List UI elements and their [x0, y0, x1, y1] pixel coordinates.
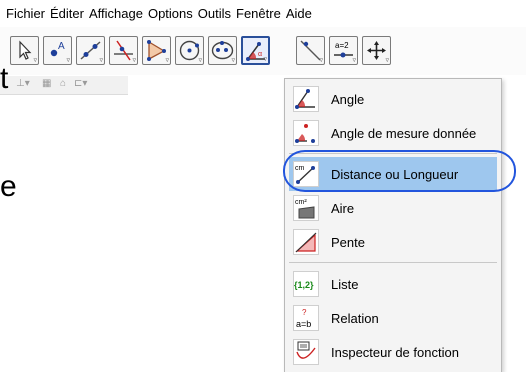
grid-toggle-icon[interactable]: ▦: [42, 78, 51, 89]
axes-toggle-icon[interactable]: ⊥▾: [16, 78, 30, 89]
truncated-text-e: e: [0, 170, 17, 203]
annotation-ellipse: [283, 150, 516, 192]
svg-text:A: A: [58, 41, 65, 52]
menu-options[interactable]: Options: [148, 5, 193, 22]
angle-given-size-icon: [293, 120, 319, 146]
icon-text: cm²: [295, 199, 307, 206]
menu-item-label: Angle: [331, 91, 365, 107]
icon-text: {1,2}: [294, 280, 314, 290]
menu-item-slope[interactable]: Pente: [289, 225, 497, 259]
perpendicular-tool-button[interactable]: ▿: [109, 36, 138, 65]
menu-aide[interactable]: Aide: [286, 5, 312, 22]
line-tool-button[interactable]: ▿: [76, 36, 105, 65]
polygon-tool-button[interactable]: ▿: [142, 36, 171, 65]
reflect-tool-button[interactable]: ▿: [296, 36, 325, 65]
relation-icon: ? a=b: [293, 305, 319, 331]
menu-outils[interactable]: Outils: [198, 5, 231, 22]
area-icon: cm²: [293, 195, 319, 221]
slider-icon-text: a=2: [335, 41, 349, 50]
menu-bar: Fichier Éditer Affichage Options Outils …: [0, 0, 526, 26]
menu-affichage[interactable]: Affichage: [89, 5, 143, 22]
menu-item-label: Angle de mesure donnée: [331, 125, 477, 141]
menu-item-relation[interactable]: ? a=b Relation: [289, 301, 497, 335]
move-view-tool-button[interactable]: ▿: [362, 36, 391, 65]
menu-item-label: Pente: [331, 234, 365, 250]
circle-tool-button[interactable]: ▿: [175, 36, 204, 65]
svg-text:α: α: [258, 51, 262, 58]
angle-icon: [293, 86, 319, 112]
slider-tool-button[interactable]: a=2 ▿: [329, 36, 358, 65]
menu-fichier[interactable]: Fichier: [6, 5, 45, 22]
menu-editer[interactable]: Éditer: [50, 5, 84, 22]
menu-item-list[interactable]: {1,2} Liste: [289, 267, 497, 301]
menu-item-angle[interactable]: Angle: [289, 82, 497, 116]
function-inspector-icon: [293, 339, 319, 365]
menu-item-label: Relation: [331, 310, 379, 326]
menu-item-label: Inspecteur de fonction: [331, 344, 459, 360]
point-capture-icon[interactable]: ⊏▾: [74, 78, 87, 89]
measurement-tools-dropdown: Angle Angle de mesure donnée cm Distance…: [284, 78, 502, 372]
svg-text:?: ?: [302, 308, 307, 317]
home-icon[interactable]: ⌂: [60, 78, 66, 89]
menu-item-function-inspector[interactable]: Inspecteur de fonction: [289, 335, 497, 369]
angle-tool-button[interactable]: α ▿: [241, 36, 270, 65]
truncated-text-t: t: [0, 62, 9, 95]
menu-fenetre[interactable]: Fenêtre: [236, 5, 281, 22]
toolbar: ▿ A ▿ ▿ ▿ ▿ ▿ ▿ α ▿ ▿ a=2 ▿ ▿: [0, 27, 526, 75]
style-bar: ⊥▾ ▦ ⌂ ⊏▾: [0, 76, 128, 95]
conic-tool-button[interactable]: ▿: [208, 36, 237, 65]
menu-item-angle-given-size[interactable]: Angle de mesure donnée: [289, 116, 497, 150]
menu-item-label: Liste: [331, 276, 359, 292]
point-tool-button[interactable]: A ▿: [43, 36, 72, 65]
menu-item-area[interactable]: cm² Aire: [289, 191, 497, 225]
icon-text: a=b: [296, 319, 311, 329]
list-icon: {1,2}: [293, 271, 319, 297]
menu-separator: [289, 262, 497, 263]
slope-icon: [293, 229, 319, 255]
menu-item-label: Aire: [331, 200, 355, 216]
move-tool-button[interactable]: ▿: [10, 36, 39, 65]
